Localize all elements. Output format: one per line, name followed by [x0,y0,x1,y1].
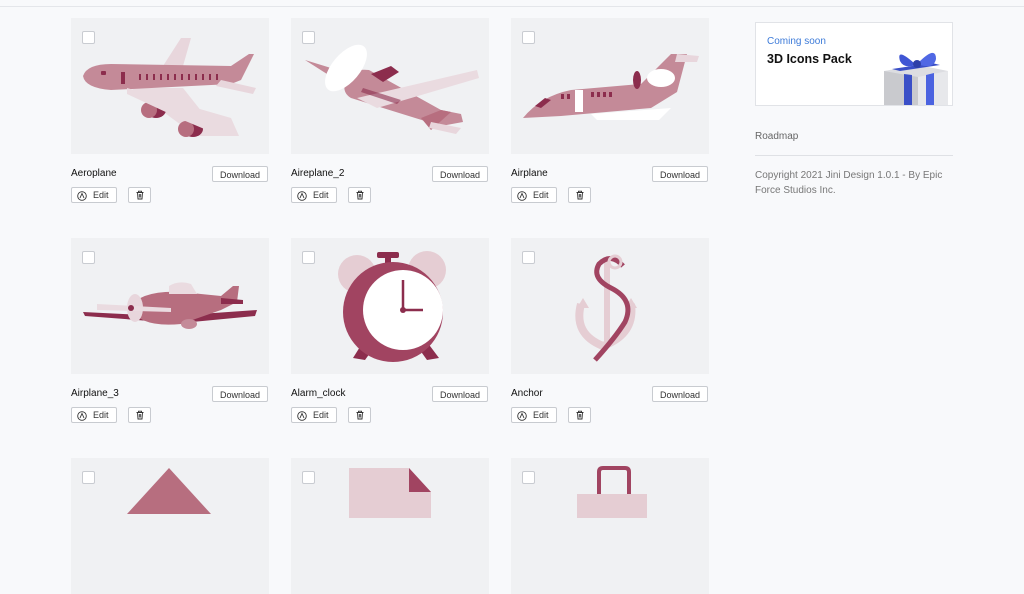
pen-icon [77,411,87,421]
trash-icon [136,190,144,200]
pyramid-illustration [127,468,211,514]
trash-icon [136,410,144,420]
promo-kicker: Coming soon [767,36,826,47]
anchor-illustration [575,254,637,362]
shopping-bag-illustration [577,466,647,518]
edit-label: Edit [313,190,329,200]
edit-label: Edit [533,190,549,200]
edit-label: Edit [93,410,109,420]
icon-preview[interactable] [511,458,709,594]
delete-button[interactable] [348,187,371,203]
sidebar-divider [755,155,953,156]
edit-label: Edit [533,410,549,420]
pen-icon [517,191,527,201]
icon-preview[interactable] [71,238,269,374]
download-button[interactable]: Download [652,166,708,182]
roadmap-link[interactable]: Roadmap [755,131,798,142]
edit-button[interactable]: Edit [511,407,557,423]
edit-button[interactable]: Edit [71,187,117,203]
icon-name: Anchor [511,388,543,399]
edit-button[interactable]: Edit [291,407,337,423]
icon-preview[interactable] [291,238,489,374]
select-checkbox[interactable] [82,31,95,44]
header-divider [0,6,1024,7]
trash-icon [576,190,584,200]
download-button[interactable]: Download [212,386,268,402]
edit-label: Edit [313,410,329,420]
icon-name: Airplane [511,168,548,179]
gift-box-icon [884,52,948,105]
icon-preview[interactable] [71,18,269,154]
trash-icon [576,410,584,420]
airplane-illustration [523,54,699,120]
icon-preview[interactable] [291,458,489,594]
icon-name: Aireplane_2 [291,168,345,179]
download-button[interactable]: Download [212,166,268,182]
icon-preview[interactable] [511,18,709,154]
aireplane-2-illustration [305,44,479,134]
pen-icon [297,411,307,421]
alarm-clock-illustration [338,251,446,362]
download-button[interactable]: Download [432,166,488,182]
promo-card[interactable]: Coming soon 3D Icons Pack [755,22,953,106]
delete-button[interactable] [128,407,151,423]
delete-button[interactable] [568,187,591,203]
promo-title: 3D Icons Pack [767,52,852,66]
select-checkbox[interactable] [302,471,315,484]
select-checkbox[interactable] [522,251,535,264]
document-illustration [349,468,431,518]
download-button[interactable]: Download [432,386,488,402]
select-checkbox[interactable] [302,31,315,44]
icon-preview[interactable] [511,238,709,374]
delete-button[interactable] [568,407,591,423]
icon-preview[interactable] [71,458,269,594]
trash-icon [356,190,364,200]
select-checkbox[interactable] [522,31,535,44]
select-checkbox[interactable] [82,471,95,484]
delete-button[interactable] [348,407,371,423]
pen-icon [517,411,527,421]
pen-icon [297,191,307,201]
pen-icon [77,191,87,201]
edit-button[interactable]: Edit [291,187,337,203]
edit-button[interactable]: Edit [511,187,557,203]
edit-label: Edit [93,190,109,200]
download-button[interactable]: Download [652,386,708,402]
icon-name: Aeroplane [71,168,117,179]
edit-button[interactable]: Edit [71,407,117,423]
delete-button[interactable] [128,187,151,203]
aeroplane-illustration [83,38,256,137]
icon-preview[interactable] [291,18,489,154]
copyright-text: Copyright 2021 Jini Design 1.0.1 - By Ep… [755,170,943,196]
icon-name: Alarm_clock [291,388,346,399]
icon-name: Airplane_3 [71,388,119,399]
select-checkbox[interactable] [82,251,95,264]
select-checkbox[interactable] [302,251,315,264]
trash-icon [356,410,364,420]
select-checkbox[interactable] [522,471,535,484]
airplane-3-illustration [83,282,257,329]
